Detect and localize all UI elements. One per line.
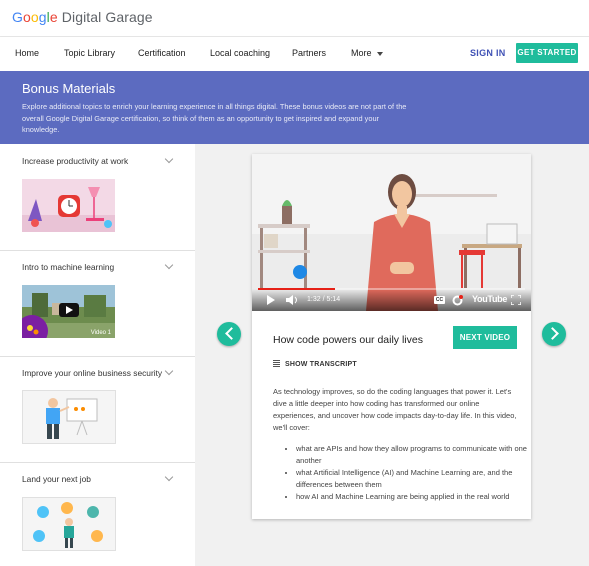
video-description: As technology improves, so do the coding…: [273, 387, 517, 432]
google-wordmark: Google: [12, 9, 58, 25]
youtube-logo[interactable]: YouTube: [472, 294, 507, 304]
main-nav: Home Topic Library Certification Local c…: [0, 37, 589, 72]
nav-more-label: More: [351, 48, 372, 58]
transcript-icon: [273, 360, 280, 367]
sidebar-item-next-job[interactable]: Land your next job: [0, 462, 195, 566]
banner-description: Explore additional topics to enrich your…: [22, 102, 407, 134]
machine-learning-thumbnail[interactable]: Video 1: [22, 285, 115, 338]
chevron-down-icon[interactable]: [164, 154, 174, 164]
sidebar-item-security[interactable]: Improve your online business security: [0, 356, 195, 463]
show-transcript-toggle[interactable]: SHOW TRANSCRIPT: [273, 360, 357, 368]
previous-video-button[interactable]: [217, 322, 241, 346]
list-item: what Artificial Intelligence (AI) and Ma…: [296, 467, 528, 491]
next-job-thumbnail[interactable]: [22, 497, 116, 551]
fullscreen-icon[interactable]: [511, 295, 521, 305]
list-item: what are APIs and how they allow program…: [296, 443, 528, 467]
video-card: 1:32 / 5:14 CC YouTube How code powers o…: [252, 154, 531, 519]
settings-icon[interactable]: [452, 295, 463, 306]
nav-topic-library[interactable]: Topic Library: [64, 48, 115, 58]
sidebar-item-label: Improve your online business security: [22, 368, 163, 378]
list-item: how AI and Machine Learning are being ap…: [296, 491, 528, 503]
productivity-thumbnail[interactable]: [22, 179, 115, 232]
sidebar-item-label: Increase productivity at work: [22, 156, 129, 166]
nav-more[interactable]: More: [351, 48, 383, 58]
captions-button[interactable]: CC: [434, 296, 445, 304]
sidebar-item-machine-learning[interactable]: Intro to machine learning Video 1: [0, 250, 195, 357]
progress-fill: [258, 288, 336, 290]
video-time: 1:32 / 5:14: [307, 296, 341, 303]
bonus-banner: Bonus Materials Explore additional topic…: [0, 71, 589, 144]
nav-home[interactable]: Home: [15, 48, 39, 58]
get-started-button[interactable]: GET STARTED: [516, 43, 578, 63]
sidebar-item-productivity[interactable]: Increase productivity at work: [0, 144, 195, 251]
google-digital-garage-logo[interactable]: Google Digital Garage: [12, 9, 153, 25]
volume-icon[interactable]: [286, 295, 298, 305]
video-title: How code powers our daily lives: [273, 334, 423, 346]
video-count-badge: Video 1: [90, 330, 111, 336]
sign-in-link[interactable]: SIGN IN: [470, 48, 506, 58]
progress-bar[interactable]: [258, 288, 525, 290]
next-video-arrow-button[interactable]: [542, 322, 566, 346]
nav-certification[interactable]: Certification: [138, 48, 186, 58]
chevron-down-icon[interactable]: [164, 472, 174, 482]
show-transcript-label: SHOW TRANSCRIPT: [285, 361, 357, 368]
sidebar-item-label: Land your next job: [22, 474, 91, 484]
header: Google Digital Garage: [0, 0, 589, 37]
sidebar-item-label: Intro to machine learning: [22, 262, 115, 272]
video-player[interactable]: 1:32 / 5:14 CC YouTube: [252, 154, 531, 311]
play-icon[interactable]: [266, 295, 276, 305]
page-title: Bonus Materials: [22, 81, 116, 96]
nav-partners[interactable]: Partners: [292, 48, 326, 58]
sidebar: Increase productivity at work Intro to m…: [0, 144, 196, 566]
nav-local-coaching[interactable]: Local coaching: [210, 48, 270, 58]
next-video-button[interactable]: NEXT VIDEO: [453, 326, 517, 349]
chevron-down-icon[interactable]: [164, 260, 174, 270]
product-name: Digital Garage: [61, 9, 153, 25]
security-thumbnail[interactable]: [22, 390, 116, 444]
caret-down-icon: [376, 51, 383, 56]
chevron-left-icon: [225, 327, 238, 340]
chevron-right-icon: [546, 327, 559, 340]
topics-list: what are APIs and how they allow program…: [286, 443, 528, 503]
